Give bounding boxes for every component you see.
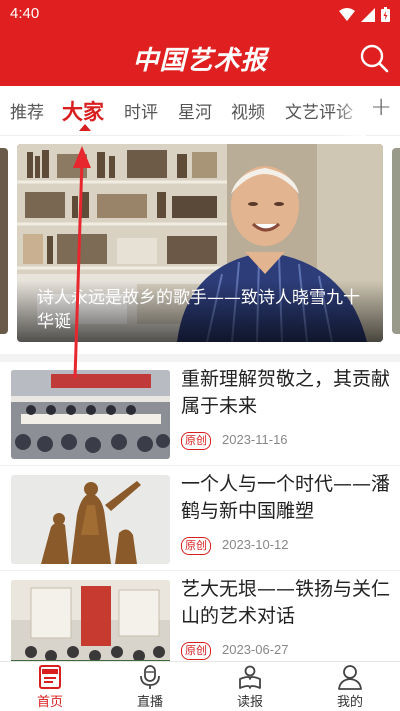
news-thumbnail [11,370,170,459]
banner-carousel[interactable]: 诗人永远是故乡的歌手——致诗人晓雪九十华诞 [0,136,400,356]
status-bar: 4:40 [0,0,400,30]
app-logo: 中国艺术报 [132,46,268,76]
original-badge: 原创 [181,432,211,450]
category-tabs: 推荐 大家 时评 星河 视频 文艺评论 + [0,86,400,136]
banner-caption: 诗人永远是故乡的歌手——致诗人晓雪九十华诞 [17,280,383,342]
tab-fade [336,86,366,136]
tab-recommend[interactable]: 推荐 [10,98,44,123]
nav-label: 我的 [336,695,363,710]
news-icon [39,665,61,689]
active-tab-indicator [79,124,91,131]
banner-slide[interactable]: 诗人永远是故乡的歌手——致诗人晓雪九十华诞 [17,144,383,342]
original-badge: 原创 [181,537,211,555]
signal-icon [361,7,375,22]
tab-dajia[interactable]: 大家 [62,96,104,126]
nav-label: 直播 [136,695,163,710]
tab-video[interactable]: 视频 [231,98,265,123]
bottom-navigation: 首页 直播 读报 我的 [0,661,400,711]
app-header: 中国艺术报 [0,30,400,86]
status-time: 4:40 [10,5,40,22]
news-title: 一个人与一个时代——潘鹤与新中国雕塑 [181,473,391,522]
user-icon [338,665,362,690]
search-icon[interactable] [358,42,390,74]
previous-banner-peek[interactable] [0,148,8,334]
nav-home[interactable]: 首页 [10,664,90,710]
nav-label: 首页 [36,695,63,710]
news-list-item[interactable]: 一个人与一个时代——潘鹤与新中国雕塑 原创 2023-10-12 [0,467,400,571]
news-thumbnail [11,580,170,661]
news-date: 2023-06-27 [222,642,289,657]
tab-xinghe[interactable]: 星河 [178,98,212,123]
news-title: 重新理解贺敬之，其贡献属于未来 [181,368,391,417]
news-date: 2023-11-16 [222,432,288,447]
news-list-item[interactable]: 重新理解贺敬之，其贡献属于未来 原创 2023-11-16 [0,362,400,466]
wifi-icon [339,7,355,21]
next-banner-peek[interactable] [392,148,400,334]
news-list-item[interactable]: 艺大无垠——铁扬与关仁山的艺术对话 原创 2023-06-27 [0,572,400,661]
reader-icon [239,665,261,689]
plus-icon[interactable]: + [370,92,392,122]
nav-label: 读报 [236,695,263,710]
news-thumbnail [11,475,170,564]
news-date: 2023-10-12 [222,537,289,552]
nav-read-paper[interactable]: 读报 [210,664,290,710]
nav-live[interactable]: 直播 [110,664,190,710]
original-badge: 原创 [181,642,211,660]
status-icons [339,7,390,22]
section-divider [0,354,400,362]
microphone-icon [140,665,160,689]
battery-icon [381,7,390,22]
tab-commentary[interactable]: 时评 [124,98,158,123]
nav-profile[interactable]: 我的 [310,664,390,710]
news-title: 艺大无垠——铁扬与关仁山的艺术对话 [181,578,391,627]
